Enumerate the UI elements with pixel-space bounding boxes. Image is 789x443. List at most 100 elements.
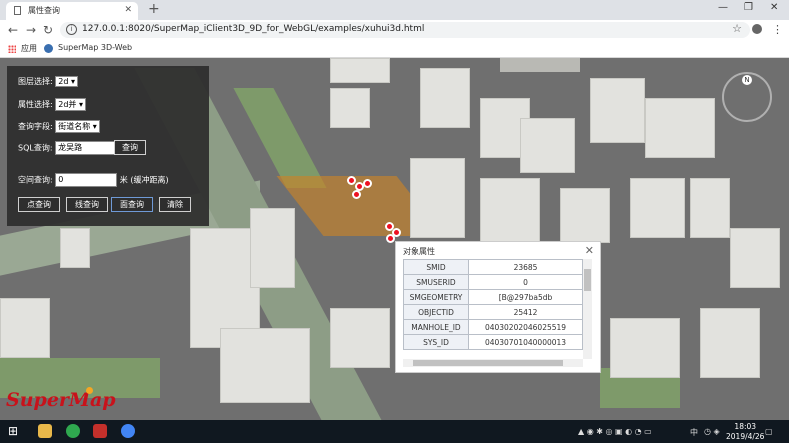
bookmark-supermap[interactable]: SuperMap 3D-Web xyxy=(58,43,132,52)
wechat-icon[interactable] xyxy=(66,424,80,438)
building xyxy=(700,308,760,378)
forward-icon[interactable]: → xyxy=(26,23,36,37)
building xyxy=(330,308,390,368)
building xyxy=(410,158,465,238)
close-icon[interactable]: ✕ xyxy=(585,244,594,257)
result-marker[interactable] xyxy=(386,234,395,243)
sql-input[interactable]: 龙吴路 xyxy=(55,141,118,155)
browser-tab-bar: 属性查询 ✕ + — ❐ ✕ xyxy=(0,0,789,20)
sql-label: SQL查询: xyxy=(18,143,53,153)
table-row: SMID 23685 xyxy=(403,259,583,275)
attr-value: 04030202046025519 xyxy=(468,319,583,335)
attr-value: 0 xyxy=(468,274,583,290)
apps-icon[interactable] xyxy=(8,45,16,53)
supermap-icon xyxy=(44,44,53,53)
address-bar[interactable]: i 127.0.0.1:8020/SuperMap_iClient3D_9D_f… xyxy=(60,22,750,38)
input-language[interactable]: 中 xyxy=(690,427,698,438)
file-explorer-icon[interactable] xyxy=(38,424,52,438)
space-label: 空间查询: xyxy=(18,175,53,185)
tray-extra[interactable]: ◷ ◈ xyxy=(704,427,720,436)
url-text: 127.0.0.1:8020/SuperMap_iClient3D_9D_for… xyxy=(82,24,425,34)
hbuilder-icon[interactable] xyxy=(93,424,107,438)
sql-row: SQL查询: 龙吴路 xyxy=(18,141,118,155)
query-panel: 图层选择: 2d ▾ 属性选择: 2d并 ▾ 查询字段: 街道名称 ▾ SQL查… xyxy=(7,66,209,226)
building xyxy=(480,178,540,248)
tab-title: 属性查询 xyxy=(28,6,60,15)
line-query-button[interactable]: 线查询 xyxy=(66,197,108,212)
layer-select[interactable]: 2d ▾ xyxy=(55,76,78,87)
attr-key: MANHOLE_ID xyxy=(403,319,469,335)
back-icon[interactable]: ← xyxy=(8,23,18,37)
building xyxy=(645,98,715,158)
building xyxy=(60,228,90,268)
field-select[interactable]: 街道名称 ▾ xyxy=(55,120,100,133)
compass-widget[interactable]: N xyxy=(722,72,772,122)
table-row: SMUSERID 0 xyxy=(403,274,583,290)
tray-icons[interactable]: ▲ ◉ ✱ ◎ ▣ ◐ ◔ ▭ xyxy=(578,427,652,436)
new-tab-button[interactable]: + xyxy=(148,1,160,17)
building xyxy=(690,178,730,238)
clock-time: 18:03 xyxy=(734,422,757,431)
field-label: 查询字段: xyxy=(18,122,53,131)
building xyxy=(330,88,370,128)
polygon-query-button[interactable]: 面查询 xyxy=(111,197,153,212)
start-icon[interactable]: ⊞ xyxy=(8,424,22,438)
attr-key: OBJECTID xyxy=(403,304,469,320)
sql-query-button[interactable]: 查询 xyxy=(114,140,146,155)
building xyxy=(520,118,575,173)
building xyxy=(0,298,50,358)
menu-icon[interactable]: ⋮ xyxy=(772,23,783,36)
layer-label: 图层选择: xyxy=(18,77,53,86)
minimize-icon[interactable]: — xyxy=(718,2,728,13)
attr-value: 04030701040000013 xyxy=(468,334,583,350)
building xyxy=(560,188,610,243)
layer-row: 图层选择: 2d ▾ xyxy=(18,76,78,87)
close-tab-icon[interactable]: ✕ xyxy=(124,5,132,15)
info-icon[interactable]: i xyxy=(66,24,77,35)
buffer-hint: (缓冲距离) xyxy=(130,175,169,185)
attr-key: SMUSERID xyxy=(403,274,469,290)
dialog-title: 对象属性 xyxy=(403,247,435,256)
account-icon[interactable] xyxy=(752,24,762,34)
attribute-table: SMID 23685 SMUSERID 0 SMGEOMETRY [B@297ba5d… xyxy=(403,259,583,359)
attr-select[interactable]: 2d并 ▾ xyxy=(55,98,86,111)
table-row: SYS_ID 04030701040000013 xyxy=(403,334,583,350)
attr-value: 23685 xyxy=(468,259,583,275)
supermap-logo: SuperMap xyxy=(6,389,116,411)
north-indicator: N xyxy=(742,75,752,85)
vertical-scrollbar[interactable] xyxy=(583,259,592,359)
star-icon[interactable]: ☆ xyxy=(732,22,742,35)
space-row: 空间查询: 0 米 (缓冲距离) xyxy=(18,173,169,187)
maximize-icon[interactable]: ❐ xyxy=(744,2,753,13)
table-row: OBJECTID 25412 xyxy=(403,304,583,320)
clock[interactable]: 18:03 2019/4/26 xyxy=(726,422,764,442)
reload-icon[interactable]: ↻ xyxy=(43,23,53,37)
taskbar: ⊞ ▲ ◉ ✱ ◎ ▣ ◐ ◔ ▭ 中 ◷ ◈ 18:03 2019/4/26 … xyxy=(0,420,789,443)
field-row: 查询字段: 街道名称 ▾ xyxy=(18,120,100,133)
buffer-distance-input[interactable]: 0 xyxy=(55,173,118,187)
attr-key: SYS_ID xyxy=(403,334,469,350)
bookmarks-bar: 应用 SuperMap 3D-Web xyxy=(0,41,789,58)
building xyxy=(630,178,685,238)
object-attribute-dialog: 对象属性 ✕ SMID 23685 SMUSERID 0 SMGEOMETRY [B@… xyxy=(395,241,601,373)
chrome-icon[interactable] xyxy=(121,424,135,438)
building xyxy=(220,328,310,403)
building xyxy=(730,228,780,288)
clock-date: 2019/4/26 xyxy=(726,432,765,441)
browser-tab[interactable]: 属性查询 ✕ xyxy=(6,2,138,20)
building-roof xyxy=(500,58,580,72)
building xyxy=(590,78,645,143)
notification-icon[interactable]: ▢ xyxy=(765,427,773,436)
attr-value: [B@297ba5db xyxy=(468,289,583,305)
bookmark-apps[interactable]: 应用 xyxy=(21,43,37,54)
attr-key: SMGEOMETRY xyxy=(403,289,469,305)
result-marker[interactable] xyxy=(352,190,361,199)
clear-button[interactable]: 清除 xyxy=(159,197,191,212)
horizontal-scrollbar[interactable] xyxy=(403,359,583,367)
result-marker[interactable] xyxy=(363,179,372,188)
close-window-icon[interactable]: ✕ xyxy=(770,2,778,13)
attr-value: 25412 xyxy=(468,304,583,320)
attr-label: 属性选择: xyxy=(18,100,53,109)
point-query-button[interactable]: 点查询 xyxy=(18,197,60,212)
building xyxy=(610,318,680,378)
